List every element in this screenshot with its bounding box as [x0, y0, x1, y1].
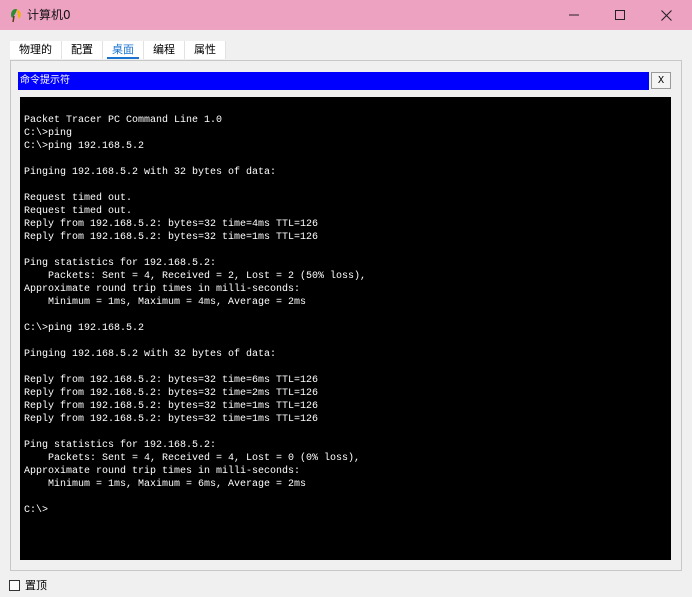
window-title: 计算机0: [27, 8, 71, 22]
tab-attributes[interactable]: 属性: [185, 41, 226, 59]
always-on-top-checkbox[interactable]: [9, 579, 20, 591]
tab-programming[interactable]: 编程: [144, 41, 185, 59]
maximize-button[interactable]: [597, 0, 643, 30]
terminal-line: Reply from 192.168.5.2: bytes=32 time=6m…: [24, 375, 319, 386]
terminal-line: Packets: Sent = 4, Received = 4, Lost = …: [24, 453, 361, 464]
terminal-line: Request timed out.: [24, 193, 133, 204]
terminal-line: Minimum = 1ms, Maximum = 6ms, Average = …: [24, 479, 307, 490]
command-prompt-close-button[interactable]: X: [651, 72, 671, 89]
terminal-line: C:\>: [24, 505, 49, 516]
command-prompt-titlebar: 命令提示符: [18, 72, 649, 90]
terminal-line: Reply from 192.168.5.2: bytes=32 time=1m…: [24, 414, 319, 425]
terminal-line: Packets: Sent = 4, Received = 2, Lost = …: [24, 271, 367, 282]
terminal-line: Reply from 192.168.5.2: bytes=32 time=4m…: [24, 219, 319, 230]
close-icon: [660, 9, 672, 21]
minimize-button[interactable]: [551, 0, 597, 30]
terminal-line: C:\>ping 192.168.5.2: [24, 323, 145, 334]
always-on-top-label: 置顶: [25, 579, 47, 592]
terminal-line: Approximate round trip times in milli-se…: [24, 466, 301, 477]
terminal-output[interactable]: Packet Tracer PC Command Line 1.0 C:\>pin…: [20, 97, 671, 560]
window-titlebar[interactable]: 计算机0: [0, 0, 692, 30]
terminal-line: Packet Tracer PC Command Line 1.0: [24, 115, 223, 126]
terminal-line: Approximate round trip times in milli-se…: [24, 284, 301, 295]
app-icon: [9, 7, 23, 23]
terminal-line: Minimum = 1ms, Maximum = 4ms, Average = …: [24, 297, 307, 308]
tab-config[interactable]: 配置: [62, 41, 103, 59]
terminal-line: Reply from 192.168.5.2: bytes=32 time=2m…: [24, 388, 319, 399]
terminal-line: C:\>ping 192.168.5.2: [24, 141, 145, 152]
tab-physical[interactable]: 物理的: [10, 41, 62, 59]
tab-bar: 物理的 配置 桌面 编程 属性: [10, 41, 226, 59]
terminal-line: Pinging 192.168.5.2 with 32 bytes of dat…: [24, 349, 277, 360]
terminal-line: Request timed out.: [24, 206, 133, 217]
close-button[interactable]: [643, 0, 689, 30]
terminal-line: Ping statistics for 192.168.5.2:: [24, 258, 217, 269]
terminal-line: Reply from 192.168.5.2: bytes=32 time=1m…: [24, 232, 319, 243]
maximize-icon: [615, 10, 625, 20]
tab-desktop[interactable]: 桌面: [103, 41, 144, 59]
terminal-line: C:\>ping: [24, 128, 73, 139]
always-on-top-toggle[interactable]: 置顶: [9, 578, 47, 592]
minimize-icon: [569, 14, 579, 16]
terminal-line: Reply from 192.168.5.2: bytes=32 time=1m…: [24, 401, 319, 412]
terminal-line: Pinging 192.168.5.2 with 32 bytes of dat…: [24, 167, 277, 178]
command-prompt-title: 命令提示符: [20, 75, 70, 86]
terminal-line: Ping statistics for 192.168.5.2:: [24, 440, 217, 451]
